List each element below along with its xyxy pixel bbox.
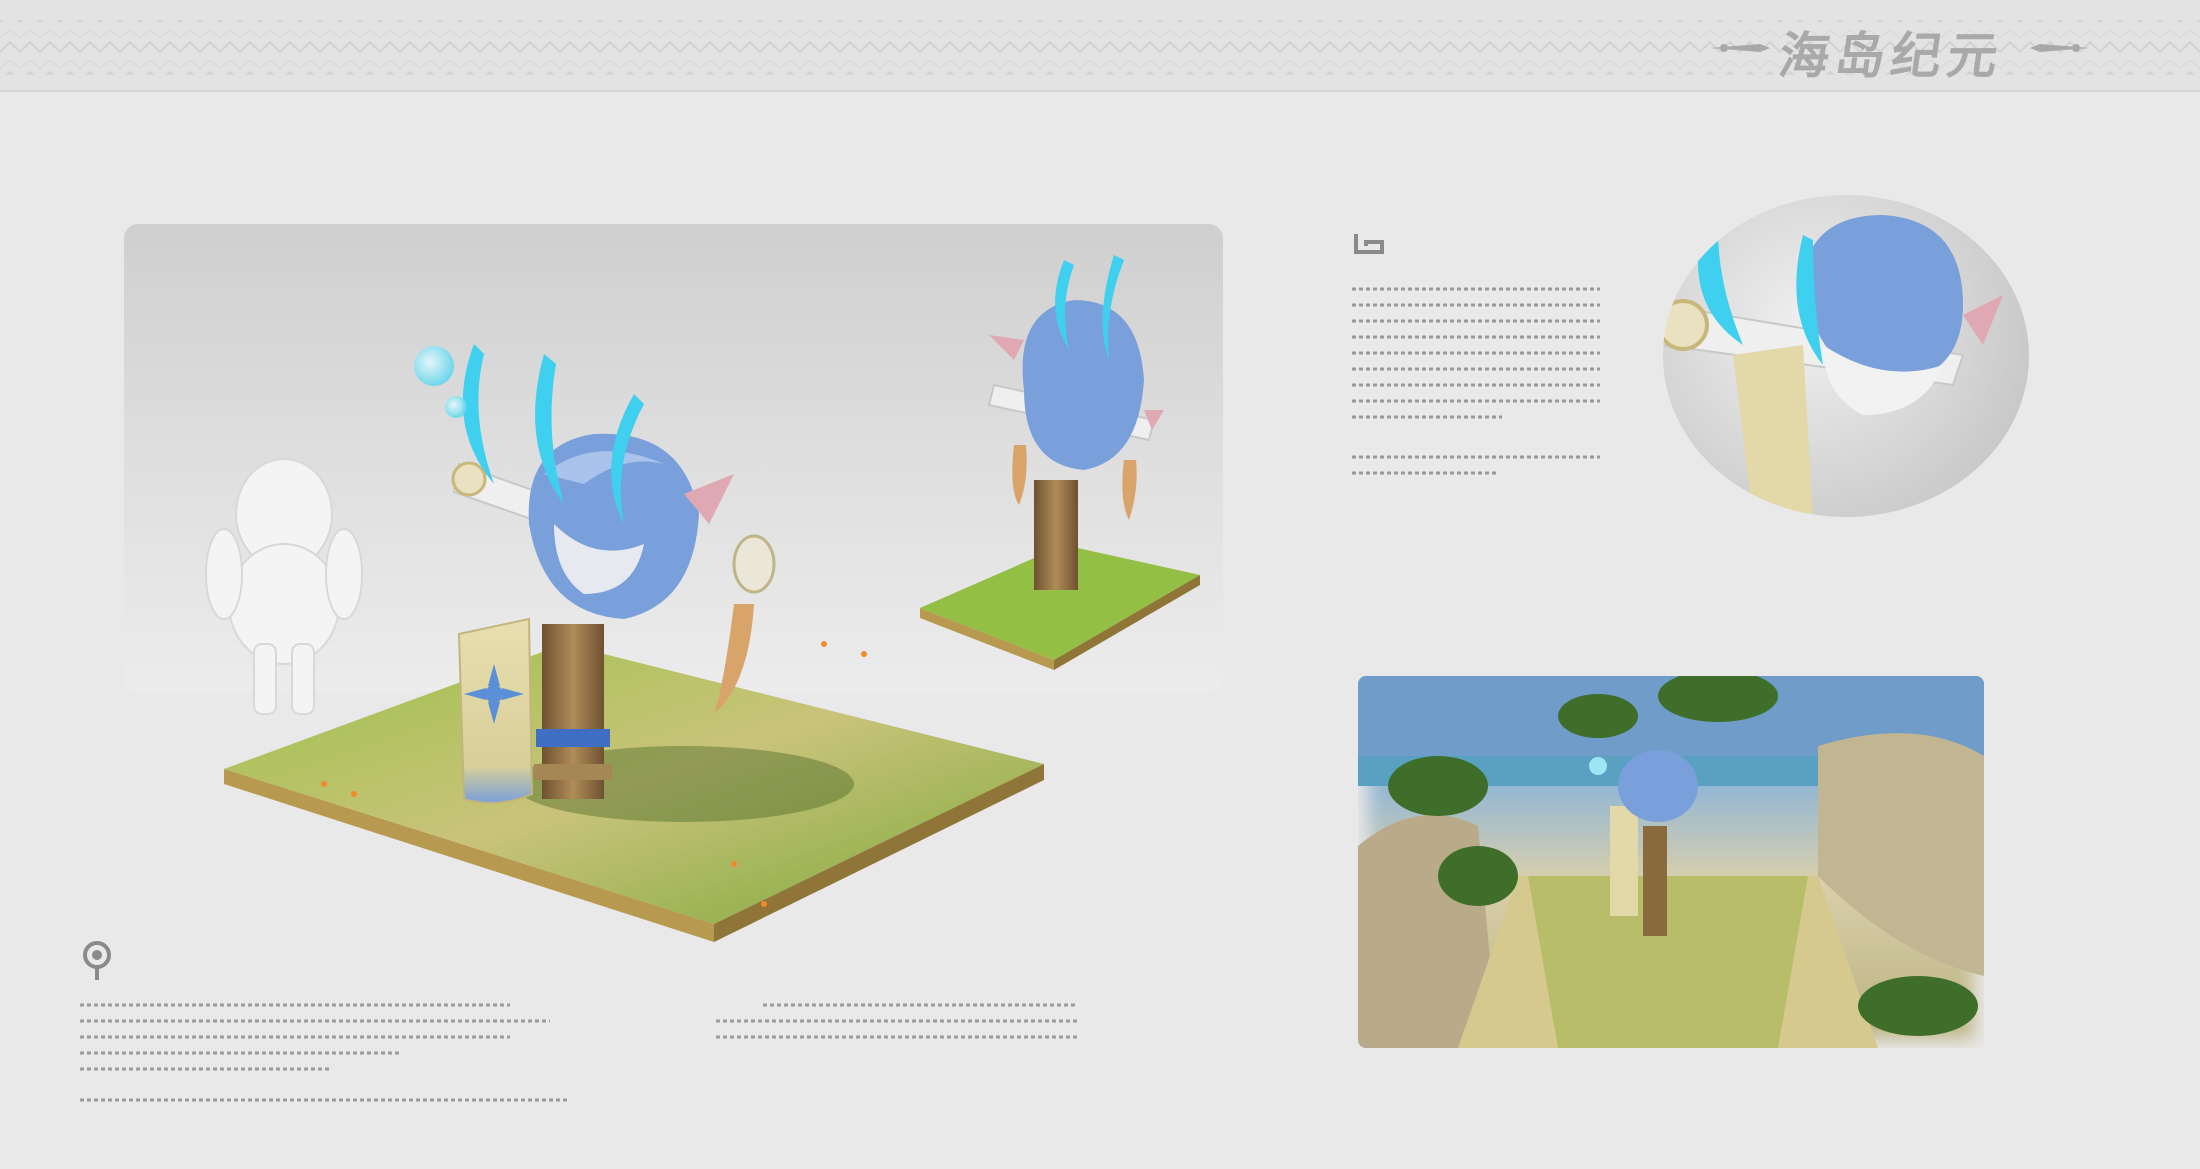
side-totem-render [920,255,1200,670]
ingame-screenshot [1358,676,1984,1048]
logo-text: 海岛纪元 [1775,26,2008,85]
decorative-glyph-text-c [716,995,1086,1049]
header-band: 海岛纪元 [0,0,2200,92]
glyph-lines-c [716,1003,1078,1039]
spiral-glyph-svg [1354,234,1384,254]
decorative-glyph-text-b [1352,285,1612,484]
spiral-glyph-icon [1352,228,1386,265]
glyph-lines-b [1352,287,1600,475]
glyph-lines-a [80,1003,570,1102]
closeup-art [1663,215,2003,517]
closeup-circle-render [1663,195,2029,517]
ingame-scene [1358,676,1984,1048]
decorative-glyph-text-a [80,995,580,1114]
logo[interactable]: 海岛纪元 [1710,14,2090,85]
eye-glyph-svg [83,941,111,980]
eye-glyph-icon [80,940,114,987]
sculpt-figure [205,458,363,715]
